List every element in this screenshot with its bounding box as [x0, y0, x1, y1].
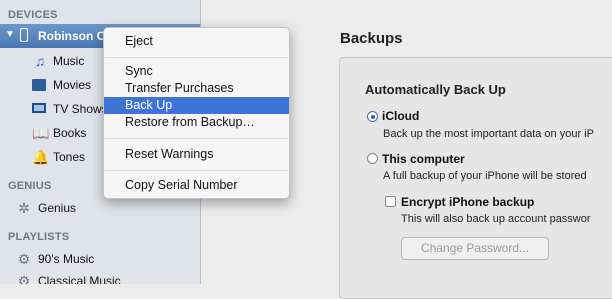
genius-header: GENIUS	[8, 180, 52, 192]
tv-icon	[32, 103, 46, 113]
smart-playlist-gear-icon: ⚙	[17, 273, 31, 284]
smart-playlist-gear-icon: ⚙	[17, 251, 31, 267]
film-icon	[32, 79, 46, 91]
menu-item-eject[interactable]: Eject	[104, 33, 289, 50]
iphone-icon	[20, 28, 28, 42]
book-icon: 📖	[32, 125, 50, 141]
sidebar-item-label: TV Shows	[53, 102, 108, 116]
auto-backup-title: Automatically Back Up	[365, 82, 506, 97]
playlists-header: PLAYLISTS	[8, 231, 70, 243]
menu-item-sync[interactable]: Sync	[104, 63, 289, 80]
music-note-icon: ♫	[34, 53, 46, 69]
menu-item-reset-warnings[interactable]: Reset Warnings	[104, 146, 289, 163]
sidebar-item-label: Genius	[38, 201, 77, 215]
disclosure-triangle-icon[interactable]: ▼	[5, 29, 15, 40]
sidebar-item-label: Music	[53, 54, 85, 68]
menu-item-transfer-purchases[interactable]: Transfer Purchases	[104, 80, 289, 97]
icloud-label[interactable]: iCloud	[382, 109, 419, 123]
encrypt-backup-checkbox[interactable]	[385, 196, 396, 207]
menu-separator	[105, 170, 288, 171]
icloud-radio[interactable]	[367, 111, 378, 122]
sidebar-item-playlist[interactable]: ⚙ Classical Music	[0, 270, 200, 284]
change-password-button[interactable]: Change Password...	[401, 237, 549, 260]
backups-section-title: Backups	[340, 30, 403, 47]
sidebar-item-genius[interactable]: ✲ Genius	[0, 197, 200, 219]
sidebar-item-label: Movies	[53, 78, 92, 92]
sidebar-item-label: Tones	[53, 150, 86, 164]
menu-separator	[105, 57, 288, 58]
menu-separator	[105, 138, 288, 139]
sidebar-item-label: 90's Music	[38, 252, 95, 266]
this-computer-radio[interactable]	[367, 153, 378, 164]
menu-item-restore-from-backup[interactable]: Restore from Backup…	[104, 114, 289, 131]
sidebar-item-label: Classical Music	[38, 274, 121, 284]
menu-item-copy-serial-number[interactable]: Copy Serial Number	[104, 177, 289, 194]
encrypt-backup-label[interactable]: Encrypt iPhone backup	[401, 195, 534, 209]
icloud-description: Back up the most important data on your …	[383, 128, 594, 140]
menu-item-back-up[interactable]: Back Up	[104, 97, 289, 114]
encrypt-backup-description: This will also back up account passwor	[401, 213, 591, 225]
bell-icon: 🔔	[32, 149, 50, 165]
sidebar-item-playlist[interactable]: ⚙ 90's Music	[0, 248, 200, 270]
device-context-menu: Eject Sync Transfer Purchases Back Up Re…	[103, 27, 290, 199]
device-name: Robinson C	[38, 29, 106, 43]
sidebar-item-label: Books	[53, 126, 87, 140]
genius-atom-icon: ✲	[18, 200, 30, 216]
this-computer-description: A full backup of your iPhone will be sto…	[383, 170, 587, 182]
this-computer-label[interactable]: This computer	[382, 152, 465, 166]
devices-header: DEVICES	[8, 9, 58, 21]
